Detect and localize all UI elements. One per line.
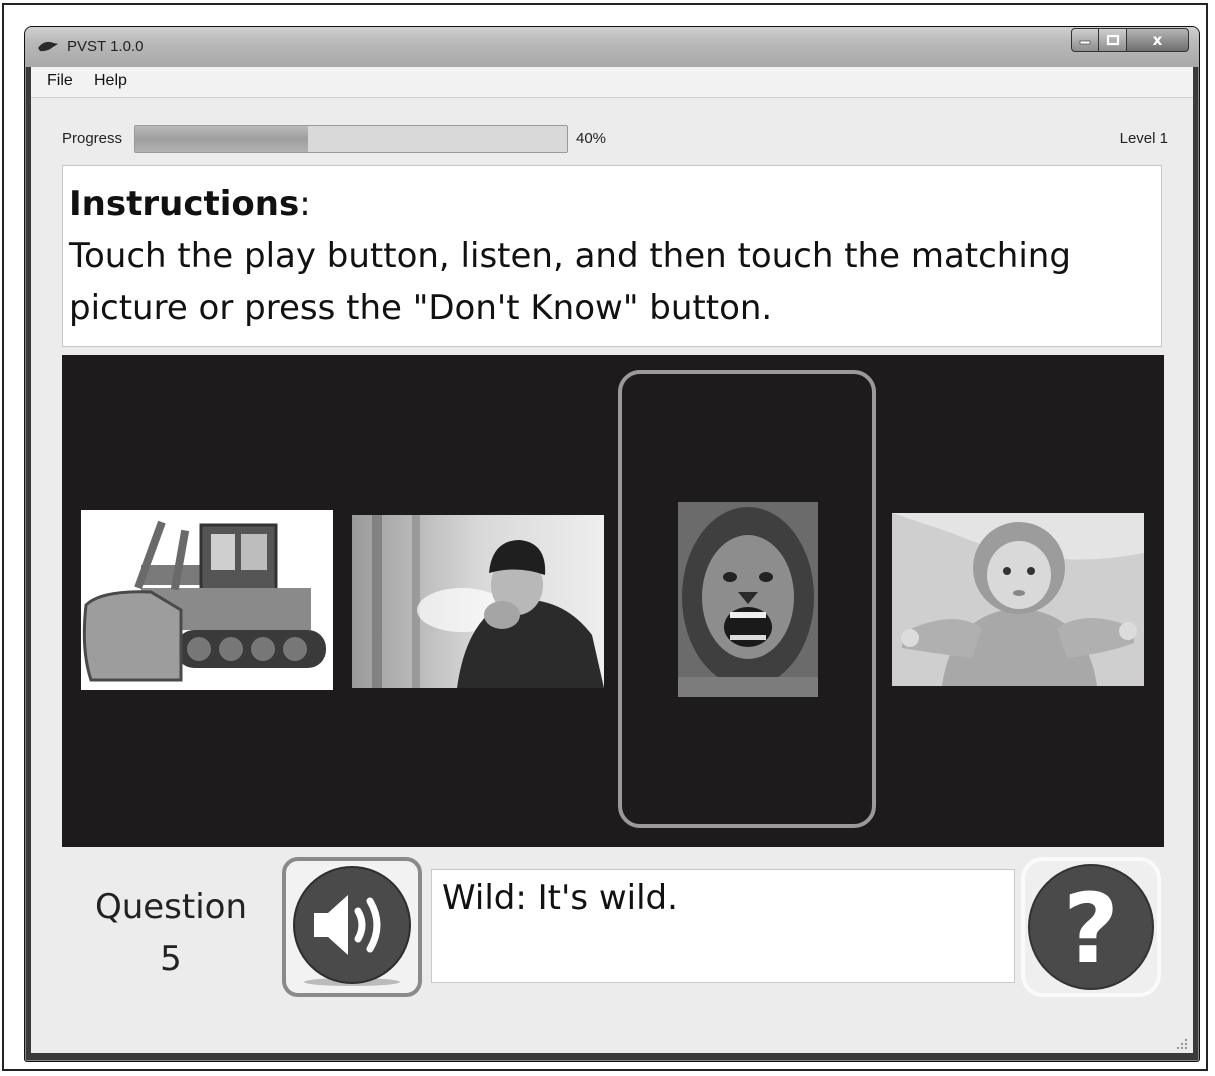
window-controls: x [1071, 28, 1189, 52]
menu-bar: File Help [31, 67, 1193, 98]
app-window: PVST 1.0.0 x File Help Progress 40% Leve… [24, 26, 1200, 1062]
baby-image [892, 513, 1144, 686]
client-area: Progress 40% Level 1 Instructions: Touch… [31, 98, 1193, 1053]
instructions-box: Instructions: Touch the play button, lis… [62, 165, 1162, 347]
level-indicator: Level 1 [1119, 130, 1168, 147]
play-button[interactable] [282, 857, 422, 997]
question-label: Question [94, 887, 248, 927]
progress-percent: 40% [576, 130, 607, 147]
bulldozer-image [81, 510, 333, 690]
close-button[interactable]: x [1127, 28, 1189, 52]
answer-text: Wild: It's wild. [442, 878, 678, 918]
cold-man-image [352, 515, 604, 688]
instructions-text: Touch the play button, listen, and then … [69, 236, 1071, 328]
picture-baby[interactable] [892, 513, 1144, 686]
selected-picture-highlight [618, 370, 876, 828]
picture-choices-panel [62, 355, 1164, 847]
question-indicator: Question 5 [86, 881, 256, 985]
minimize-button[interactable] [1071, 28, 1099, 52]
question-mark-glyph: ? [1063, 873, 1119, 985]
maximize-icon [1106, 34, 1119, 46]
menu-help[interactable]: Help [94, 72, 127, 90]
resize-grip-icon[interactable] [1175, 1037, 1189, 1051]
picture-bulldozer[interactable] [81, 510, 333, 690]
instructions-heading-line: Instructions: [69, 178, 1155, 230]
maximize-button[interactable] [1099, 28, 1127, 52]
speaker-icon [293, 866, 411, 986]
progress-fill [135, 126, 308, 152]
app-icon [38, 41, 58, 52]
answer-text-box: Wild: It's wild. [431, 869, 1015, 983]
dont-know-button[interactable]: ? [1021, 857, 1161, 997]
progress-label: Progress [62, 130, 123, 147]
menu-file[interactable]: File [47, 72, 73, 90]
question-number: 5 [160, 939, 182, 979]
instructions-heading-colon: : [299, 184, 311, 224]
minimize-icon [1079, 40, 1091, 45]
progress-bar [134, 125, 568, 153]
instructions-heading: Instructions [69, 184, 300, 224]
close-icon: x [1152, 31, 1163, 49]
title-bar[interactable]: PVST 1.0.0 x [25, 27, 1199, 67]
picture-cold-man[interactable] [352, 515, 604, 688]
window-title: PVST 1.0.0 [67, 38, 144, 55]
question-mark-icon: ? [1028, 864, 1154, 990]
